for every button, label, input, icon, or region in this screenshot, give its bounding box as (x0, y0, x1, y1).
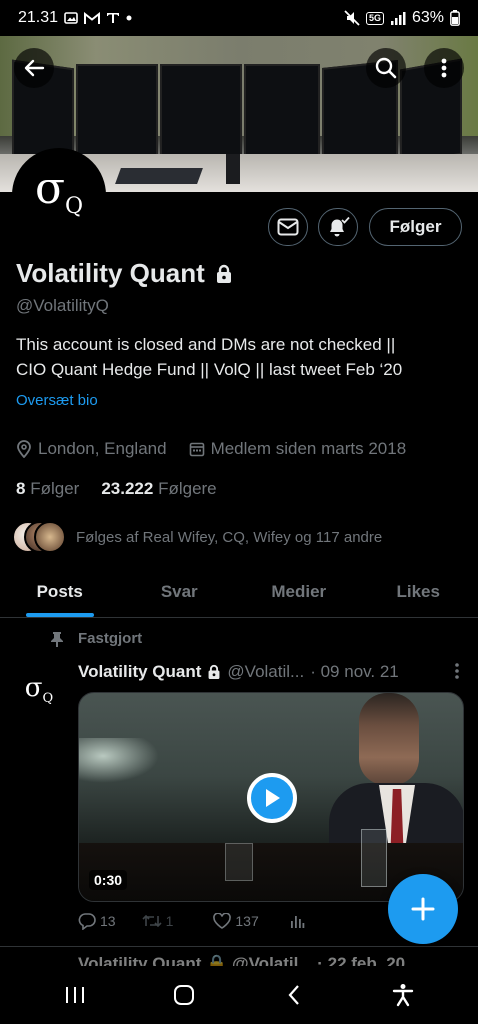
compose-button[interactable] (388, 874, 458, 944)
tweet-author-name[interactable]: Volatility Quant (78, 662, 201, 682)
video-duration: 0:30 (89, 870, 128, 890)
tweet-video[interactable]: 0:30 (78, 692, 464, 902)
accessibility-icon (393, 984, 414, 1007)
gmail-icon (84, 10, 101, 26)
location-icon (17, 440, 31, 458)
accessibility-button[interactable] (373, 973, 433, 1017)
play-icon (266, 789, 280, 807)
home-icon (174, 985, 195, 1005)
notification-dot-icon (126, 10, 132, 26)
tweet-lock-icon (208, 664, 220, 679)
back-button[interactable] (14, 48, 54, 88)
retweet-button[interactable]: 1 (142, 913, 173, 929)
status-right: 5G 63% (344, 9, 460, 27)
recent-apps-button[interactable] (45, 973, 105, 1017)
analytics-icon (290, 916, 305, 928)
profile-avatar[interactable]: σQ (12, 148, 106, 242)
arrow-left-icon (24, 59, 45, 77)
tweet-header: Volatility Quant @Volatil... · 09 nov. 2… (78, 662, 466, 682)
video-glass-2 (225, 843, 253, 881)
following-button[interactable]: Følger (369, 208, 462, 246)
followers-count-link[interactable]: 23.222 Følgere (101, 479, 216, 499)
tweet-actions: 13 1 137 (78, 912, 338, 930)
mutual-avatars (12, 521, 66, 553)
bell-check-icon (330, 216, 350, 237)
location-text: London, England (38, 439, 167, 458)
home-button[interactable] (154, 973, 214, 1017)
followed-by-text: Følges af Real Wifey, CQ, Wifey og 117 a… (76, 528, 383, 546)
tab-likes[interactable]: Likes (359, 566, 478, 617)
notifications-button[interactable] (318, 208, 358, 246)
tweet-avatar[interactable]: σQ (16, 666, 62, 712)
envelope-icon (277, 218, 299, 236)
tab-posts[interactable]: Posts (0, 566, 120, 617)
follow-counts: 8 Følger 23.222 Følgere (16, 479, 217, 499)
translate-bio-link[interactable]: Oversæt bio (16, 392, 98, 409)
profile-bio: This account is closed and DMs are not c… (16, 332, 466, 382)
like-button[interactable]: 137 (213, 913, 259, 929)
reply-icon (78, 913, 96, 930)
profile-tabs: Posts Svar Medier Likes (0, 566, 478, 618)
calendar-icon (189, 442, 204, 457)
lock-icon (216, 264, 231, 283)
following-count-link[interactable]: 8 Følger (16, 479, 79, 499)
video-person-head (359, 693, 419, 785)
more-button[interactable] (424, 48, 464, 88)
tweet-more-button[interactable] (454, 662, 460, 685)
pin-icon (51, 631, 63, 647)
tweet-date[interactable]: · 09 nov. 21 (310, 662, 399, 682)
chevron-left-icon (288, 985, 299, 1005)
gallery-icon (64, 10, 78, 26)
signal-icon (390, 10, 406, 26)
more-vertical-icon (455, 663, 459, 679)
battery-percent: 63% (411, 9, 444, 26)
message-button[interactable] (268, 208, 308, 246)
tweet-avatar-logo: σQ (24, 672, 54, 706)
tab-media[interactable]: Medier (239, 566, 359, 617)
status-bar: 21.31 5G 63% (0, 0, 478, 36)
tab-replies[interactable]: Svar (120, 566, 240, 617)
system-nav-bar (0, 966, 478, 1024)
status-time: 21.31 (18, 9, 59, 26)
tmobile-icon (106, 10, 120, 26)
back-nav-button[interactable] (264, 973, 324, 1017)
battery-icon (450, 10, 460, 26)
search-icon (375, 57, 397, 79)
profile-meta: London, England Medlem siden marts 2018 (16, 439, 406, 459)
avatar-logo: σQ (34, 163, 84, 219)
plus-icon (411, 897, 435, 921)
reply-button[interactable]: 13 (78, 912, 116, 930)
banner-keyboard (115, 168, 203, 184)
bio-line-1: This account is closed and DMs are not c… (16, 335, 396, 354)
mutual-avatar-3 (34, 521, 66, 553)
search-button[interactable] (366, 48, 406, 88)
retweet-icon (142, 914, 162, 928)
network-badge: 5G (365, 11, 384, 25)
video-glass (361, 829, 387, 887)
mute-icon (344, 10, 360, 26)
followed-by-row[interactable]: Følges af Real Wifey, CQ, Wifey og 117 a… (12, 521, 382, 553)
tweet-author-handle: @Volatil... (227, 662, 305, 681)
joined-text: Medlem siden marts 2018 (210, 439, 407, 458)
pinned-label: Fastgjort (50, 630, 142, 647)
tweet-divider (0, 946, 478, 947)
heart-icon (213, 913, 232, 929)
views-button[interactable] (289, 913, 305, 929)
banner-stand (226, 154, 240, 184)
display-name: Volatility Quant (16, 258, 233, 289)
status-left: 21.31 (18, 9, 132, 27)
display-name-text: Volatility Quant (16, 258, 205, 288)
more-vertical-icon (441, 58, 447, 78)
bio-line-2: CIO Quant Hedge Fund || VolQ || last twe… (16, 360, 403, 379)
video-lamp (79, 738, 159, 783)
recent-apps-icon (65, 987, 84, 1003)
play-button[interactable] (247, 773, 297, 823)
profile-handle: @VolatilityQ (16, 296, 109, 315)
